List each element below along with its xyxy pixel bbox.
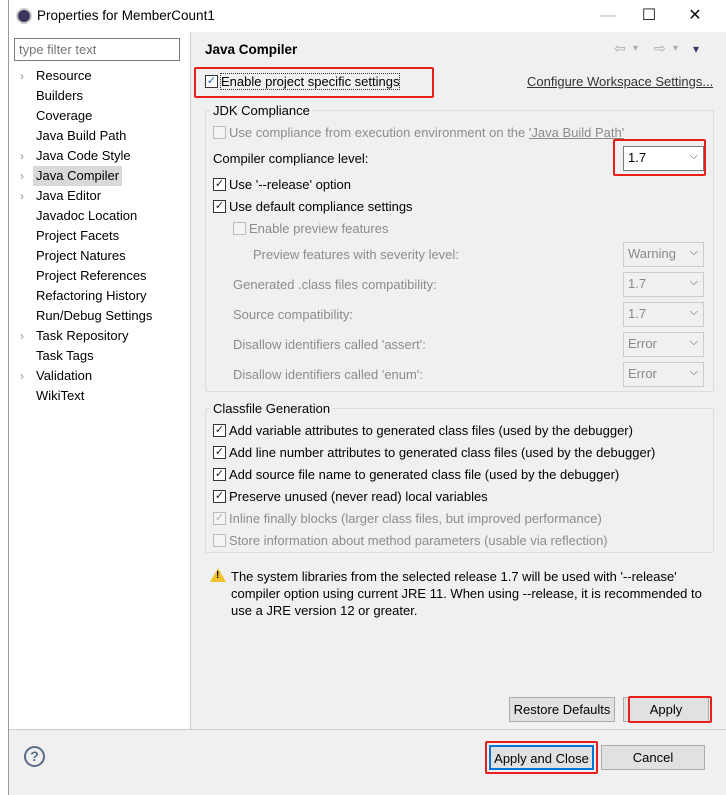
- back-dropdown-icon[interactable]: ▾: [633, 43, 638, 54]
- use-release-label: Use '--release' option: [229, 177, 352, 192]
- tree-item[interactable]: Task Tags: [36, 346, 94, 366]
- classfile-option-label: Store information about method parameter…: [229, 533, 608, 548]
- assert-select[interactable]: Error ⌵: [623, 332, 704, 357]
- background-ide-editor: [0, 0, 9, 795]
- preview-severity-label: Preview features with severity level:: [253, 247, 459, 262]
- jdk-compliance-label: JDK Compliance: [210, 103, 313, 118]
- source-compat-value: 1.7: [628, 306, 647, 321]
- cancel-button[interactable]: Cancel: [601, 745, 705, 770]
- generated-compat-select[interactable]: 1.7 ⌵: [623, 272, 704, 297]
- filter-input[interactable]: [14, 38, 180, 61]
- classfile-option-label: Inline finally blocks (larger class file…: [229, 511, 602, 526]
- use-ee-text: Use compliance from execution environmen…: [229, 125, 529, 140]
- classfile-checkbox[interactable]: ✓: [213, 424, 226, 437]
- tree-item[interactable]: Javadoc Location: [36, 206, 137, 226]
- tree-item[interactable]: Java Code Style: [36, 146, 131, 166]
- highlight-box-enable: [194, 67, 434, 98]
- forward-arrow-icon[interactable]: ⇨: [654, 40, 666, 57]
- tree-item[interactable]: Coverage: [36, 106, 92, 126]
- preview-label: Enable preview features: [249, 221, 389, 236]
- eclipse-app-icon: [16, 8, 32, 24]
- classfile-option-label: Add variable attributes to generated cla…: [229, 423, 633, 438]
- highlight-box-apply: [628, 696, 712, 723]
- expand-chevron-icon[interactable]: ›: [20, 66, 24, 86]
- configure-workspace-link[interactable]: Configure Workspace Settings...: [527, 74, 713, 89]
- assert-value: Error: [628, 336, 657, 351]
- forward-dropdown-icon[interactable]: ▾: [673, 43, 678, 54]
- preview-severity-value: Warning: [628, 246, 676, 261]
- enum-value: Error: [628, 366, 657, 381]
- chevron-down-icon: ⌵: [689, 276, 698, 288]
- tree-item[interactable]: Run/Debug Settings: [36, 306, 152, 326]
- close-button[interactable]: ✕: [675, 4, 715, 28]
- use-ee-label: Use compliance from execution environmen…: [229, 125, 624, 140]
- classfile-label: Classfile Generation: [210, 401, 334, 416]
- tree-item[interactable]: WikiText: [36, 386, 84, 406]
- classfile-checkbox[interactable]: ✓: [213, 468, 226, 481]
- tree-item[interactable]: Project Facets: [36, 226, 119, 246]
- expand-chevron-icon[interactable]: ›: [20, 186, 24, 206]
- tree-item[interactable]: Project Natures: [36, 246, 126, 266]
- use-release-checkbox[interactable]: ✓: [213, 178, 226, 191]
- enum-select[interactable]: Error ⌵: [623, 362, 704, 387]
- expand-chevron-icon[interactable]: ›: [20, 146, 24, 166]
- compliance-level-label: Compiler compliance level:: [213, 151, 369, 166]
- chevron-down-icon: ⌵: [689, 366, 698, 378]
- minimize-button[interactable]: —: [588, 4, 628, 28]
- back-arrow-icon[interactable]: ⇦: [614, 40, 626, 57]
- classfile-checkbox[interactable]: ✓: [213, 490, 226, 503]
- generated-compat-label: Generated .class files compatibility:: [233, 277, 437, 292]
- assert-label: Disallow identifiers called 'assert':: [233, 337, 426, 352]
- window-title: Properties for MemberCount1: [37, 8, 215, 23]
- highlight-box-apply-close: [485, 741, 598, 774]
- classfile-checkbox[interactable]: ✓: [213, 512, 226, 525]
- tree-item[interactable]: Java Editor: [36, 186, 101, 206]
- footer-divider: [9, 729, 726, 730]
- tree-item[interactable]: Java Build Path: [36, 126, 126, 146]
- expand-chevron-icon[interactable]: ›: [20, 326, 24, 346]
- warning-icon-mark: !: [216, 570, 220, 581]
- source-compat-select[interactable]: 1.7 ⌵: [623, 302, 704, 327]
- tree-item[interactable]: Java Compiler: [33, 166, 123, 186]
- tree-item[interactable]: Task Repository: [36, 326, 128, 346]
- classfile-checkbox[interactable]: [213, 534, 226, 547]
- preview-checkbox[interactable]: [233, 222, 246, 235]
- enum-label: Disallow identifiers called 'enum':: [233, 367, 423, 382]
- classfile-checkbox[interactable]: ✓: [213, 446, 226, 459]
- use-default-checkbox[interactable]: ✓: [213, 200, 226, 213]
- source-compat-label: Source compatibility:: [233, 307, 353, 322]
- classfile-option-label: Add line number attributes to generated …: [229, 445, 656, 460]
- chevron-down-icon: ⌵: [689, 246, 698, 258]
- maximize-button[interactable]: ☐: [629, 4, 669, 28]
- page-title: Java Compiler: [205, 42, 298, 57]
- highlight-box-compliance: [613, 139, 706, 176]
- java-build-path-link[interactable]: 'Java Build Path': [529, 125, 624, 140]
- restore-defaults-button[interactable]: Restore Defaults: [509, 697, 615, 722]
- use-ee-checkbox[interactable]: [213, 126, 226, 139]
- classfile-option-label: Add source file name to generated class …: [229, 467, 620, 482]
- classfile-option-label: Preserve unused (never read) local varia…: [229, 489, 488, 504]
- help-icon[interactable]: ?: [24, 746, 45, 767]
- tree-item[interactable]: Refactoring History: [36, 286, 147, 306]
- expand-chevron-icon[interactable]: ›: [20, 366, 24, 386]
- use-default-label: Use default compliance settings: [229, 199, 413, 214]
- chevron-down-icon: ⌵: [689, 306, 698, 318]
- tree-item[interactable]: Validation: [36, 366, 92, 386]
- preview-severity-select[interactable]: Warning ⌵: [623, 242, 704, 267]
- warning-message: The system libraries from the selected r…: [231, 569, 702, 618]
- chevron-down-icon: ⌵: [689, 336, 698, 348]
- generated-compat-value: 1.7: [628, 276, 647, 291]
- tree-item[interactable]: Builders: [36, 86, 83, 106]
- expand-chevron-icon[interactable]: ›: [20, 166, 24, 186]
- tree-item[interactable]: Resource: [36, 66, 92, 86]
- view-menu-icon[interactable]: ▾: [693, 42, 699, 56]
- tree-item[interactable]: Project References: [36, 266, 147, 286]
